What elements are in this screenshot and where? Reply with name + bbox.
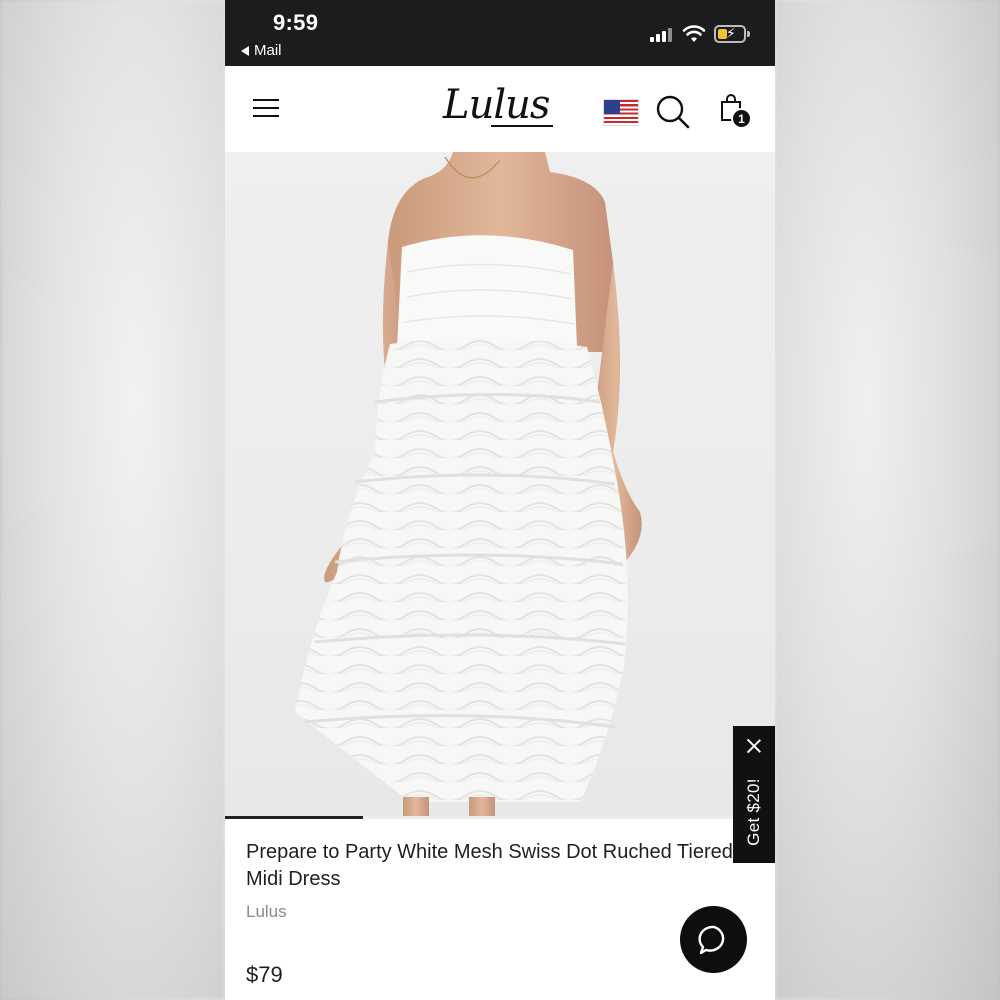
cart-count-badge: 1	[731, 108, 752, 129]
product-image[interactable]	[225, 152, 775, 818]
status-bar: 9:59 Mail ⚡	[225, 0, 775, 66]
phone-screen: 9:59 Mail ⚡ Lulus 1 Prepare to Party Whi…	[225, 0, 775, 1000]
promo-label: Get $20!	[744, 778, 763, 846]
cellular-signal-icon	[650, 28, 672, 42]
product-photo-illustration	[295, 152, 642, 818]
get-20-promo-tab[interactable]: Get $20!	[733, 726, 775, 863]
product-title: Prepare to Party White Mesh Swiss Dot Ru…	[246, 841, 733, 890]
wifi-icon	[682, 25, 706, 42]
blurred-backdrop-left	[0, 0, 225, 1000]
logo-underline	[491, 125, 553, 127]
back-to-mail-link[interactable]: Mail	[241, 42, 282, 59]
product-brand[interactable]: Lulus	[246, 902, 287, 922]
hamburger-menu-icon[interactable]	[253, 97, 279, 119]
brand-logo[interactable]: Lulus	[443, 82, 550, 128]
site-header: Lulus 1	[225, 66, 775, 152]
chat-button[interactable]	[680, 906, 747, 973]
back-mail-label: Mail	[254, 42, 282, 59]
battery-charging-icon: ⚡	[714, 25, 750, 43]
chat-bubble-icon	[697, 925, 724, 954]
product-details: Prepare to Party White Mesh Swiss Dot Ru…	[225, 819, 775, 1000]
search-icon[interactable]	[655, 94, 691, 130]
close-icon[interactable]	[746, 738, 762, 754]
us-flag-icon[interactable]	[603, 99, 639, 126]
back-arrow-icon	[241, 45, 249, 56]
status-time: 9:59	[273, 10, 319, 35]
blurred-backdrop-right	[775, 0, 1000, 1000]
product-price: $79	[246, 962, 283, 987]
